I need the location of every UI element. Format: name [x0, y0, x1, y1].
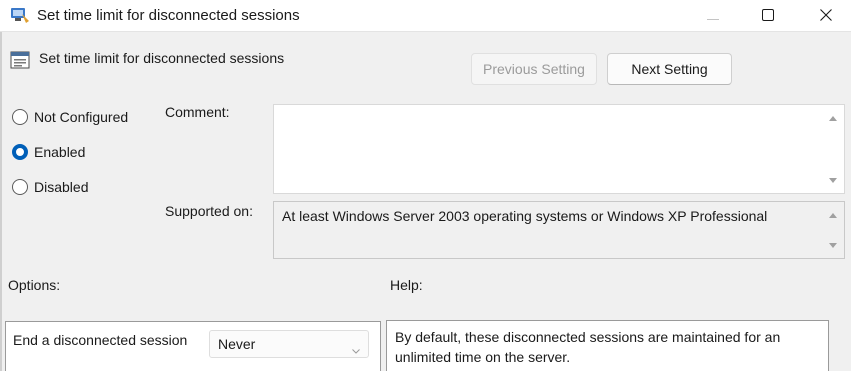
radio-button-selected[interactable]: [12, 144, 28, 160]
next-setting-button[interactable]: Next Setting: [607, 53, 732, 85]
title-bar: Set time limit for disconnected sessions: [0, 0, 851, 32]
close-button[interactable]: [803, 0, 849, 32]
options-label: Options:: [8, 277, 61, 293]
previous-setting-button[interactable]: Previous Setting: [471, 53, 597, 85]
options-panel: End a disconnected session Never: [5, 321, 381, 371]
help-text: By default, these disconnected sessions …: [395, 329, 781, 365]
supported-on-field: At least Windows Server 2003 operating s…: [273, 201, 845, 259]
minimize-button[interactable]: [690, 0, 736, 32]
scroll-down-icon[interactable]: [828, 175, 838, 185]
end-session-label: End a disconnected session: [13, 332, 188, 348]
comment-label: Comment:: [165, 104, 230, 120]
scroll-down-icon[interactable]: [828, 240, 838, 250]
supported-on-label: Supported on:: [165, 203, 253, 219]
chevron-down-icon: [352, 341, 360, 357]
policy-title: Set time limit for disconnected sessions: [39, 50, 285, 66]
radio-label: Enabled: [34, 144, 86, 160]
maximize-icon: [762, 8, 774, 24]
maximize-button[interactable]: [745, 0, 791, 32]
window-title: Set time limit for disconnected sessions: [37, 7, 300, 24]
radio-button[interactable]: [12, 109, 28, 125]
help-panel: By default, these disconnected sessions …: [386, 320, 829, 371]
dropdown-value: Never: [218, 336, 256, 352]
help-label: Help:: [390, 277, 423, 293]
scroll-up-icon[interactable]: [828, 113, 838, 123]
scroll-up-icon[interactable]: [828, 210, 838, 220]
supported-on-value: At least Windows Server 2003 operating s…: [282, 208, 768, 224]
radio-label: Not Configured: [34, 109, 129, 125]
comment-field[interactable]: [273, 104, 845, 194]
end-session-dropdown[interactable]: Never: [209, 330, 369, 358]
radio-not-configured[interactable]: Not Configured: [12, 109, 128, 125]
radio-button[interactable]: [12, 179, 28, 195]
policy-setting-icon: [10, 50, 30, 70]
close-icon: [820, 8, 832, 24]
radio-enabled[interactable]: Enabled: [12, 144, 85, 160]
radio-disabled[interactable]: Disabled: [12, 179, 88, 195]
window-left-edge: [0, 32, 2, 371]
radio-label: Disabled: [34, 179, 89, 195]
minimize-icon: [707, 8, 719, 24]
policy-editor-icon: [10, 6, 30, 24]
